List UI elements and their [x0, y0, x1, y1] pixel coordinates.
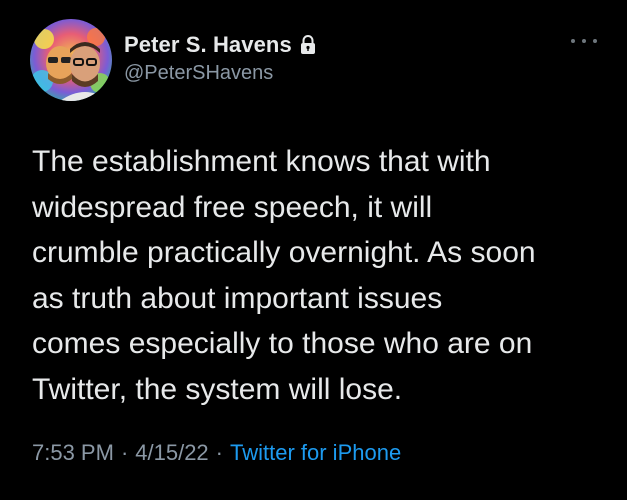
user-info[interactable]: Peter S. Havens @PeterSHavens [124, 30, 317, 85]
more-icon[interactable] [571, 34, 597, 48]
tweet-time[interactable]: 7:53 PM [32, 440, 114, 466]
tweet: Peter S. Havens @PeterSHavens The establ… [0, 0, 627, 500]
user-handle[interactable]: @PeterSHavens [124, 62, 317, 85]
more-dot [582, 39, 586, 43]
display-name[interactable]: Peter S. Havens [124, 32, 292, 58]
avatar[interactable] [30, 19, 112, 101]
tweet-text: The establishment knows that with widesp… [32, 145, 536, 406]
separator: · [215, 440, 223, 465]
avatar-image [30, 19, 112, 101]
separator: · [120, 440, 129, 465]
tweet-meta: 7:53 PM · 4/15/22 · Twitter for iPhone [32, 440, 401, 466]
tweet-date[interactable]: 4/15/22 [135, 440, 208, 466]
more-dot [571, 39, 575, 43]
tweet-source-link[interactable]: Twitter for iPhone [230, 440, 401, 466]
more-dot [593, 39, 597, 43]
lock-icon [299, 35, 317, 55]
display-name-row: Peter S. Havens [124, 30, 317, 60]
